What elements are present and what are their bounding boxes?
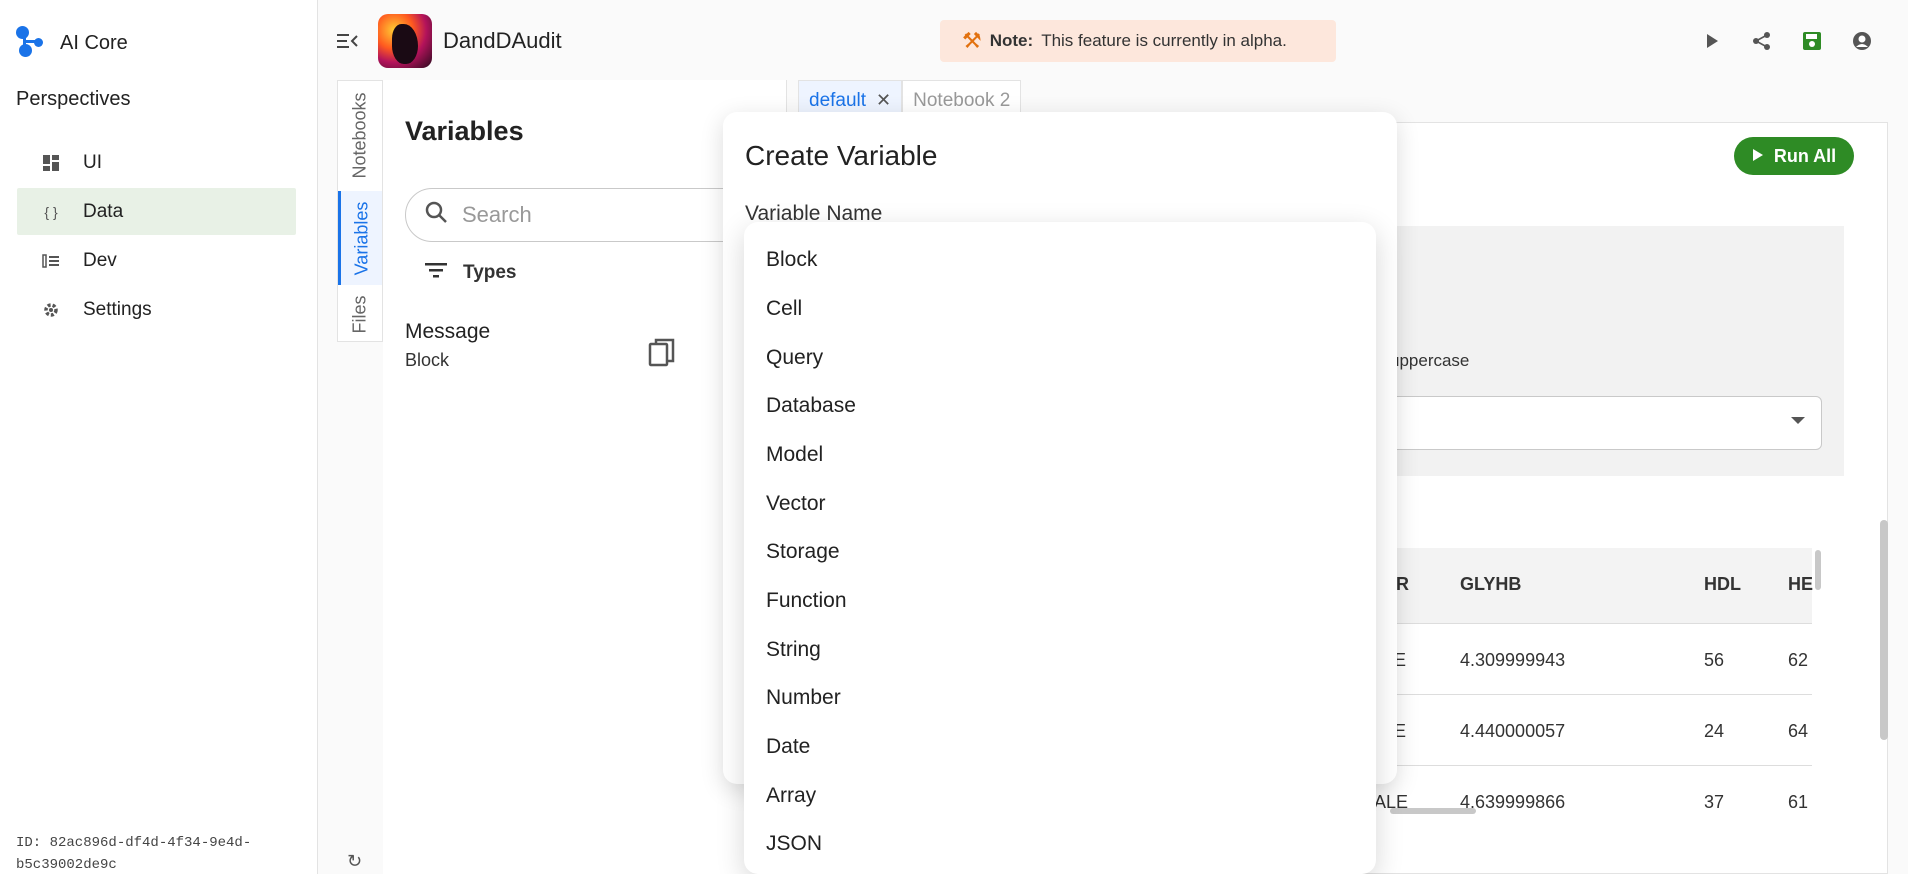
tools-icon: ⚒	[962, 28, 982, 53]
variable-list-item[interactable]: Message Block	[405, 320, 490, 371]
run-all-button[interactable]: Run All	[1734, 137, 1854, 175]
dropdown-option-query[interactable]: Query	[766, 346, 823, 370]
table-cell: 24	[1704, 721, 1725, 741]
run-all-label: Run All	[1773, 145, 1837, 166]
sidebar-item-dev[interactable]: Dev	[17, 237, 296, 284]
dropdown-option-cell[interactable]: Cell	[766, 297, 802, 321]
ai-core-logo-icon	[16, 26, 50, 60]
perspectives-nav: UI { } Data Dev Settings	[17, 139, 296, 335]
variables-title: Variables	[405, 116, 524, 146]
tab-notebooks-label: Notebooks	[349, 91, 370, 179]
sidebar-item-data[interactable]: { } Data	[17, 188, 296, 235]
code-list-icon	[41, 251, 61, 271]
cell-select[interactable]	[1380, 396, 1822, 450]
sidebar-item-label: UI	[83, 151, 102, 173]
table-cell: 37	[1704, 792, 1725, 812]
tab-files[interactable]: Files	[338, 287, 382, 341]
table-cell: 62	[1788, 650, 1809, 670]
dropdown-option-database[interactable]: Database	[766, 394, 856, 418]
collapse-menu-icon[interactable]	[337, 32, 359, 50]
table-cell: 4.309999943	[1460, 650, 1566, 670]
sidebar-item-label: Dev	[83, 249, 117, 271]
variable-type-dropdown: Block Cell Query Database Model Vector S…	[744, 222, 1376, 874]
dropdown-option-function[interactable]: Function	[766, 589, 847, 613]
table-cell: 61	[1788, 792, 1809, 812]
variable-name: Message	[405, 320, 491, 343]
dropdown-option-json[interactable]: JSON	[766, 832, 822, 856]
top-actions	[1698, 30, 1876, 52]
dropdown-option-block[interactable]: Block	[766, 248, 817, 272]
dropdown-option-date[interactable]: Date	[766, 735, 810, 759]
table-cell: 64	[1788, 721, 1809, 741]
play-icon[interactable]	[1698, 30, 1726, 52]
dropdown-option-vector[interactable]: Vector	[766, 492, 826, 516]
dropdown-option-array[interactable]: Array	[766, 784, 816, 808]
save-icon[interactable]	[1798, 30, 1826, 52]
dropdown-option-number[interactable]: Number	[766, 686, 841, 710]
tab-files-label: Files	[349, 294, 370, 334]
types-label: Types	[463, 262, 517, 283]
vertical-tab-strip: Notebooks Variables Files	[337, 80, 383, 342]
table-cell: 4.440000057	[1460, 721, 1566, 741]
sidebar-item-ui[interactable]: UI	[17, 139, 296, 186]
sidebar-item-label: Settings	[83, 298, 152, 320]
types-filter-button[interactable]: Types	[425, 262, 517, 284]
table-header: ER GLYHB HDL HE	[1380, 548, 1814, 624]
filter-icon	[425, 262, 447, 284]
column-header: HDL	[1704, 574, 1741, 594]
tab-default-label: default	[809, 89, 867, 111]
tab-notebook-2-label: Notebook 2	[913, 89, 1011, 111]
brand[interactable]: AI Core	[16, 26, 128, 60]
table-cell: 56	[1704, 650, 1725, 670]
dropdown-option-string[interactable]: String	[766, 638, 821, 662]
share-icon[interactable]	[1748, 30, 1776, 52]
alpha-note-banner: ⚒ Note: This feature is currently in alp…	[940, 20, 1336, 62]
session-id: ID: 82ac896d-df4d-4f34-9e4d-b5c39002de9c	[16, 835, 252, 873]
row-divider	[1380, 765, 1812, 766]
variable-type: Block	[405, 350, 450, 370]
sidebar-item-settings[interactable]: Settings	[17, 286, 296, 333]
cell-text: uppercase	[1390, 351, 1470, 370]
row-divider	[1380, 694, 1812, 695]
column-header: HE	[1788, 574, 1814, 594]
tab-notebooks[interactable]: Notebooks	[338, 81, 382, 189]
tab-variables-label: Variables	[351, 201, 371, 275]
dashboard-icon	[41, 153, 61, 173]
horizontal-scrollbar[interactable]	[1390, 808, 1476, 814]
note-text: This feature is currently in alpha.	[1041, 31, 1287, 50]
search-placeholder: Search	[462, 202, 532, 227]
tab-variables[interactable]: Variables	[338, 191, 382, 285]
column-header: GLYHB	[1460, 574, 1522, 594]
brand-name: AI Core	[60, 31, 128, 54]
dialog-title: Create Variable	[745, 140, 938, 171]
caret-down-icon	[1791, 417, 1805, 424]
refresh-icon[interactable]: ↻	[347, 851, 362, 872]
table-scrollbar[interactable]	[1815, 550, 1821, 590]
gear-icon	[41, 300, 61, 320]
left-sidebar: AI Core Perspectives UI { } Data Dev Set…	[0, 0, 318, 874]
braces-icon: { }	[44, 203, 58, 220]
close-icon[interactable]: ✕	[876, 90, 891, 111]
note-label: Note:	[989, 31, 1034, 50]
dropdown-option-storage[interactable]: Storage	[766, 540, 840, 564]
search-icon	[424, 200, 448, 230]
play-icon	[1752, 146, 1764, 167]
app-name: DandDAudit	[443, 28, 562, 53]
copy-icon[interactable]	[648, 338, 676, 368]
app-logo-icon	[378, 14, 432, 68]
notebook-scrollbar[interactable]	[1880, 520, 1888, 740]
sidebar-item-label: Data	[83, 200, 124, 222]
account-icon[interactable]	[1848, 30, 1876, 52]
dropdown-option-model[interactable]: Model	[766, 443, 823, 467]
perspectives-title: Perspectives	[16, 88, 131, 110]
